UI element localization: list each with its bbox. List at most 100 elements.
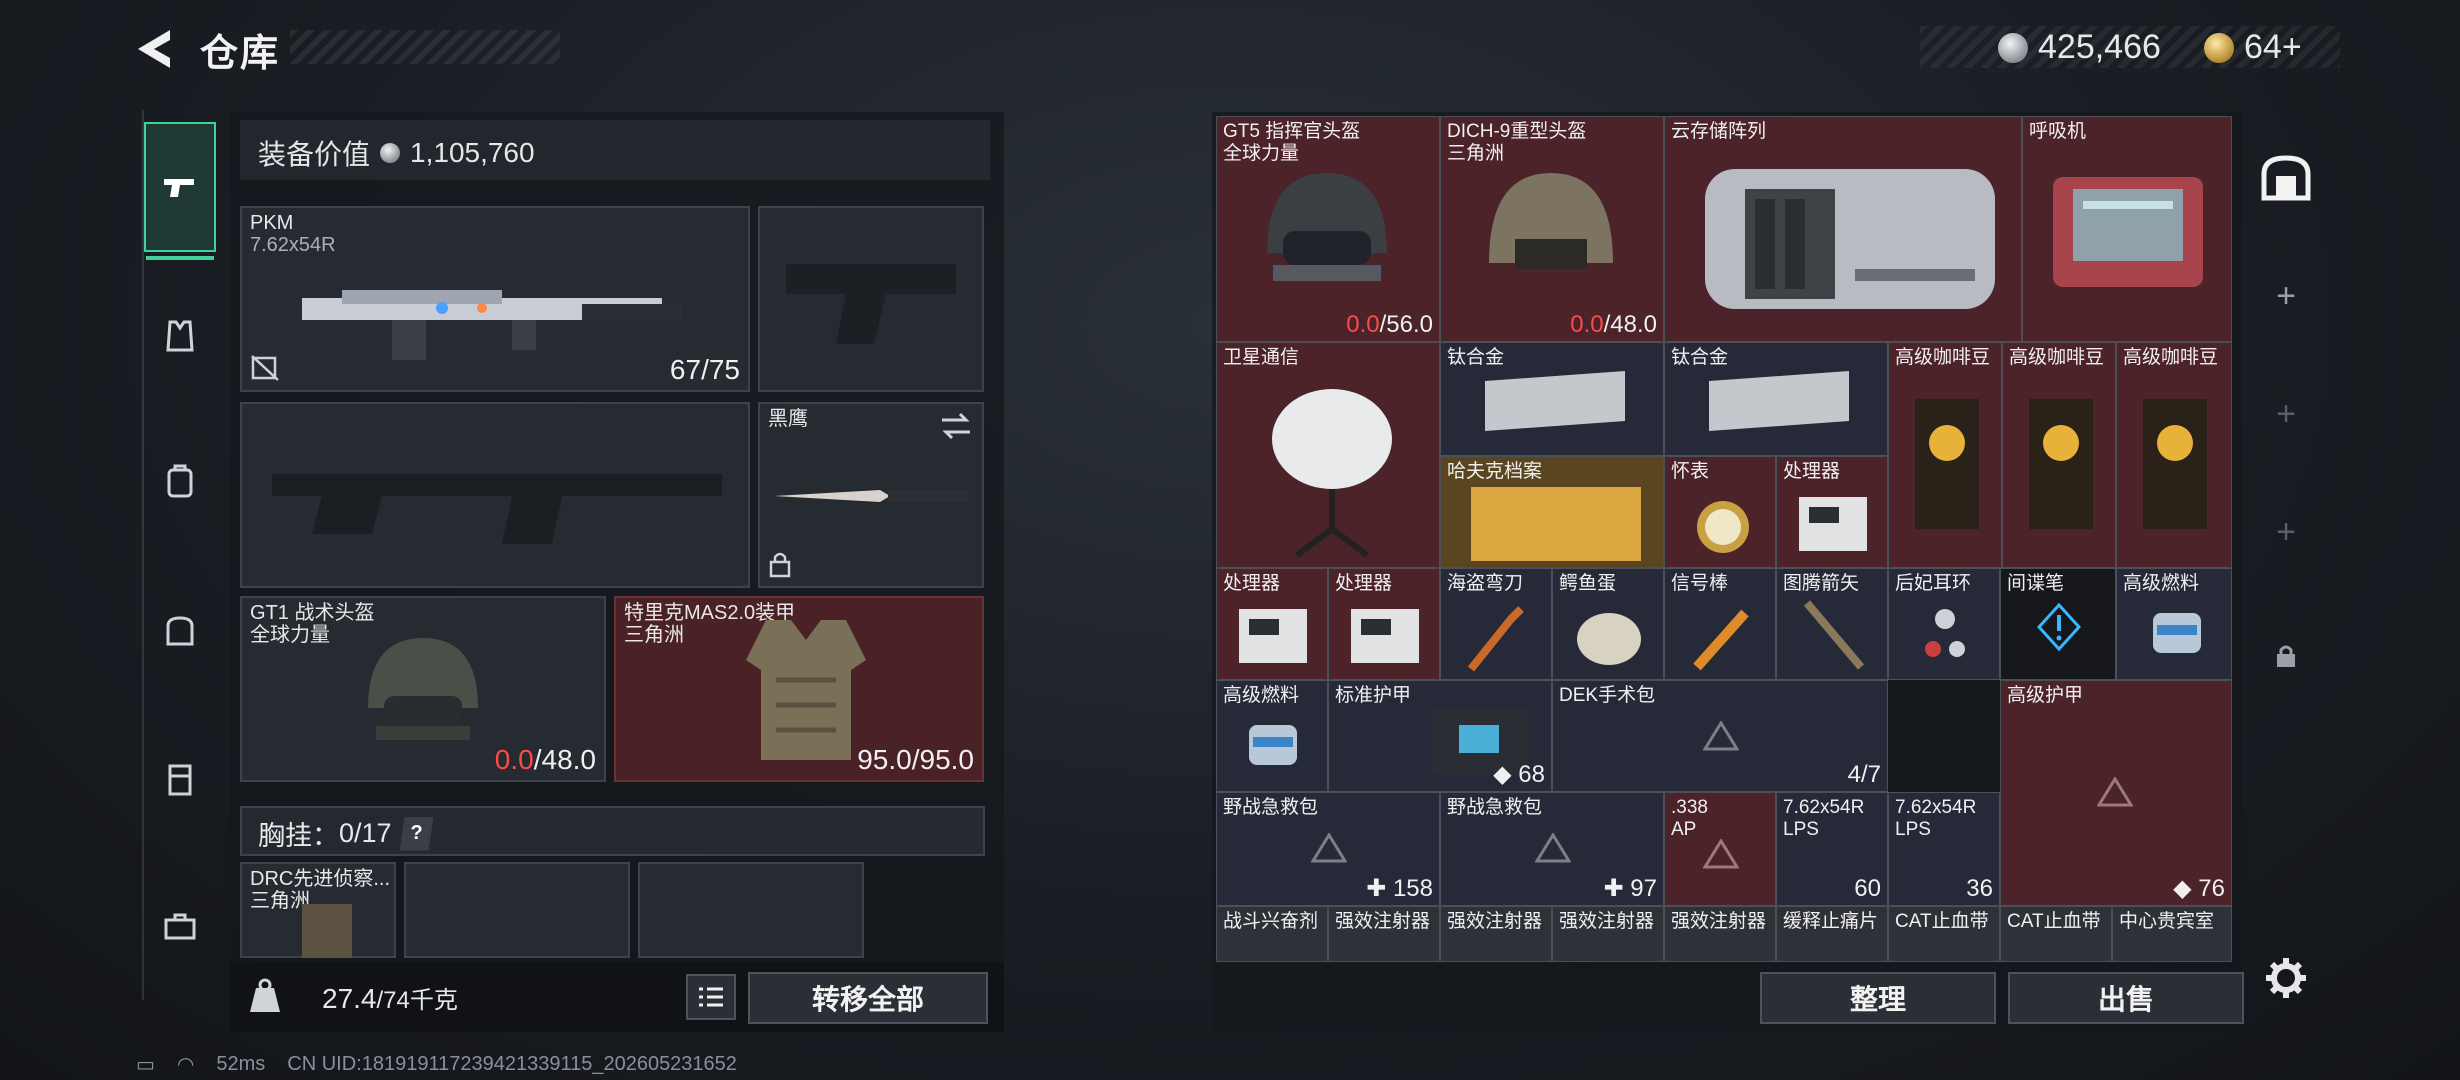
item-field-first-aid[interactable]: 野战急救包 ✚ 97 — [1440, 792, 1664, 906]
gear-icon — [2266, 958, 2306, 998]
item-vip-room[interactable]: 中心贵宾室 — [2112, 906, 2232, 962]
coffee-bag-icon — [2143, 399, 2207, 529]
sell-button[interactable]: 出售 — [2008, 972, 2244, 1024]
item-injector[interactable]: 强效注射器 — [1664, 906, 1776, 962]
item-processor[interactable]: 处理器 — [1328, 568, 1440, 680]
triangle-placeholder-icon — [1311, 833, 1347, 863]
gold-currency[interactable]: 64+ — [2204, 28, 2302, 67]
item-coffee-beans[interactable]: 高级咖啡豆 — [2002, 342, 2116, 568]
nav-case[interactable] — [144, 742, 216, 814]
primary-weapon-slot[interactable]: PKM 7.62x54R 67/75 — [240, 206, 750, 392]
vest-icon — [166, 320, 194, 352]
processor-icon — [1239, 609, 1307, 663]
bag-icon — [166, 616, 194, 646]
server-array-icon — [1705, 169, 1995, 309]
item-spy-pen[interactable]: 间谍笔 — [2000, 568, 2116, 680]
melee-slot[interactable]: 黑鹰 — [758, 402, 984, 588]
metal-ingot-icon — [1709, 371, 1849, 431]
back-arrow-icon[interactable] — [132, 26, 178, 72]
item-processor[interactable]: 处理器 — [1776, 456, 1888, 568]
item-consort-earring[interactable]: 后妃耳环 — [1888, 568, 2000, 680]
nav-vest[interactable] — [144, 300, 216, 372]
item-injector[interactable]: 强效注射器 — [1328, 906, 1440, 962]
item-titanium[interactable]: 钛合金 — [1664, 342, 1888, 456]
metal-ingot-icon — [1485, 371, 1625, 431]
add-stash-tab-button[interactable]: + — [2258, 268, 2314, 324]
item-field-first-aid[interactable]: 野战急救包 ✚ 158 — [1216, 792, 1440, 906]
item-advanced-armor[interactable]: 高级护甲 ◆ 76 — [2000, 680, 2232, 906]
item-dich9-helmet[interactable]: DICH-9重型头盔 三角洲 0.0/48.0 — [1440, 116, 1664, 342]
arrow-icon — [1803, 600, 1865, 670]
transfer-all-button[interactable]: 转移全部 — [748, 972, 988, 1024]
equip-value: 装备价值 1,105,760 — [258, 137, 535, 170]
item-gt5-helmet[interactable]: GT5 指挥官头盔 全球力量 0.0/56.0 — [1216, 116, 1440, 342]
armor-vest-icon — [746, 620, 866, 760]
item-pocket-watch[interactable]: 怀表 — [1664, 456, 1776, 568]
helmet-slot[interactable]: GT1 战术头盔 全球力量 0.0/48.0 — [240, 596, 606, 782]
helmet-icon — [1267, 173, 1387, 281]
item-combat-stimulant[interactable]: 战斗兴奋剂 — [1216, 906, 1328, 962]
item-painkiller[interactable]: 缓释止痛片 — [1776, 906, 1888, 962]
pistol-silhouette-icon — [786, 264, 956, 344]
item-injector[interactable]: 强效注射器 — [1440, 906, 1552, 962]
item-harvard-archive[interactable]: 哈夫克档案 — [1440, 456, 1664, 568]
settings-button[interactable] — [2258, 950, 2314, 1006]
sort-button[interactable]: 整理 — [1760, 972, 1996, 1024]
nav-bag[interactable] — [144, 594, 216, 666]
item-injector[interactable]: 强效注射器 — [1552, 906, 1664, 962]
triangle-placeholder-icon — [2097, 777, 2133, 807]
rig-slot[interactable]: DRC先进侦察... 三角洲 — [240, 862, 396, 958]
list-icon — [699, 987, 723, 1007]
pistol-slot[interactable] — [758, 206, 984, 392]
stash-tab-main[interactable] — [2258, 150, 2314, 206]
earring-icon — [1925, 609, 1965, 657]
item-processor[interactable]: 处理器 — [1216, 568, 1328, 680]
silver-currency: 425,466 — [1998, 28, 2161, 67]
helmet-icon — [368, 638, 478, 740]
item-satellite-comm[interactable]: 卫星通信 — [1216, 342, 1440, 568]
item-respirator[interactable]: 呼吸机 — [2022, 116, 2232, 342]
item-coffee-beans[interactable]: 高级咖啡豆 — [1888, 342, 2002, 568]
help-button[interactable]: ? — [399, 816, 434, 851]
locked-stash-tab[interactable] — [2258, 628, 2314, 684]
item-338-ap-ammo[interactable]: .338 AP — [1664, 792, 1776, 906]
processor-icon — [1351, 609, 1419, 663]
nav-toolbox[interactable] — [144, 890, 216, 962]
item-lps-ammo[interactable]: 7.62x54R LPS 60 — [1776, 792, 1888, 906]
add-stash-tab-button[interactable]: + — [2258, 386, 2314, 442]
item-croc-egg[interactable]: 鳄鱼蛋 — [1552, 568, 1664, 680]
swap-icon[interactable] — [940, 412, 972, 440]
item-flare[interactable]: 信号棒 — [1664, 568, 1776, 680]
lock-icon — [769, 552, 791, 578]
nav-weapon[interactable] — [144, 122, 216, 260]
item-advanced-fuel[interactable]: 高级燃料 — [1216, 680, 1328, 792]
silver-coin-icon — [380, 143, 401, 163]
add-stash-tab-button[interactable]: + — [2258, 504, 2314, 560]
secondary-weapon-slot[interactable] — [240, 402, 750, 588]
triangle-placeholder-icon — [1535, 833, 1571, 863]
rig-pouch-slot[interactable] — [404, 862, 630, 958]
armor-slot[interactable]: 特里克MAS2.0装甲 三角洲 95.0/95.0 — [614, 596, 984, 782]
item-coffee-beans[interactable]: 高级咖啡豆 — [2116, 342, 2232, 568]
item-pirate-cutlass[interactable]: 海盗弯刀 — [1440, 568, 1552, 680]
item-titanium[interactable]: 钛合金 — [1440, 342, 1664, 456]
item-advanced-fuel[interactable]: 高级燃料 — [2116, 568, 2232, 680]
item-cloud-storage[interactable]: 云存储阵列 — [1664, 116, 2022, 342]
fuel-can-icon — [2153, 613, 2201, 653]
item-dek-surgery-kit[interactable]: DEK手术包 4/7 — [1552, 680, 1888, 792]
item-cat-tourniquet[interactable]: CAT止血带 — [1888, 906, 2000, 962]
rifle-silhouette-icon — [272, 474, 722, 544]
item-totem-arrow[interactable]: 图腾箭矢 — [1776, 568, 1888, 680]
item-standard-armor[interactable]: 标准护甲 ◆ 68 — [1328, 680, 1552, 792]
item-cat-tourniquet[interactable]: CAT止血带 — [2000, 906, 2112, 962]
rig-pouch-slot[interactable] — [638, 862, 864, 958]
weight-icon — [250, 978, 280, 1012]
list-view-button[interactable] — [686, 974, 736, 1020]
nav-backpack[interactable] — [144, 444, 216, 516]
weight-readout: 27.4/74千克 — [322, 983, 458, 1014]
triangle-placeholder-icon — [1703, 721, 1739, 751]
pkm-rifle-icon — [302, 290, 682, 360]
fuel-can-icon — [1249, 725, 1297, 765]
toolbox-icon — [164, 913, 196, 940]
item-lps-ammo[interactable]: 7.62x54R LPS 36 — [1888, 792, 2000, 906]
